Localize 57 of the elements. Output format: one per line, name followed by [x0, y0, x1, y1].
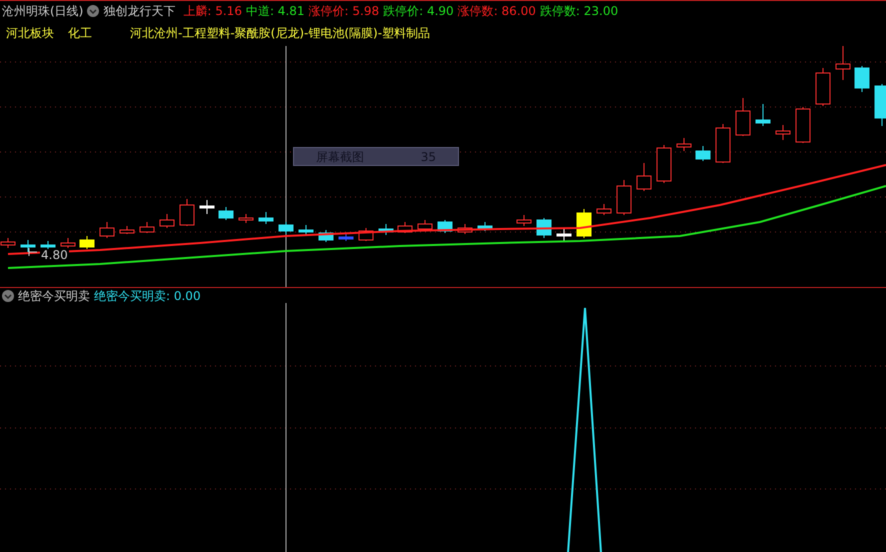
candlestick	[238, 214, 254, 224]
candlestick	[418, 220, 432, 232]
candlestick	[656, 144, 672, 184]
candlestick	[736, 98, 750, 136]
candlestick	[576, 208, 592, 238]
sector-tag: 河北板块	[6, 24, 54, 42]
candlestick	[20, 240, 36, 252]
sub-indicator-reading: 绝密今买明卖: 0.00	[94, 288, 201, 304]
candlestick	[200, 200, 214, 214]
stock-title: 沧州明珠(日线)	[2, 2, 84, 20]
indicator-reading: 涨停数: 86.00	[458, 2, 536, 20]
cursor-price-label: 4.80	[40, 249, 69, 262]
candlestick	[160, 214, 174, 228]
candlestick	[180, 198, 194, 226]
price-marker-icon	[28, 248, 38, 256]
candlestick	[636, 162, 652, 192]
candlestick	[756, 104, 770, 126]
candlestick	[218, 206, 234, 220]
candlestick	[318, 230, 334, 242]
indicator-reading: 跌停价: 4.90	[383, 2, 454, 20]
candlestick	[40, 240, 56, 250]
candlestick	[616, 180, 632, 216]
indicator-name: 独创龙行天下	[103, 2, 176, 20]
candlestick	[816, 68, 830, 106]
candlestick	[458, 224, 472, 234]
candlestick	[80, 236, 94, 250]
sub-indicator-name: 绝密今买明卖	[18, 288, 90, 304]
candlestick	[140, 222, 154, 234]
candlestick	[776, 124, 790, 140]
candlestick	[100, 222, 114, 238]
candlestick	[874, 84, 886, 126]
candlestick	[278, 222, 294, 234]
candlestick	[398, 222, 412, 234]
indicator-reading: 涨停价: 5.98	[308, 2, 380, 20]
indicator-reading: 上麟: 5.16	[183, 2, 242, 20]
candlestick	[120, 226, 134, 234]
indicator-reading: 跌停数: 23.00	[540, 2, 618, 20]
candlestick	[796, 106, 810, 144]
candlestick	[854, 66, 870, 92]
candlestick	[556, 228, 572, 242]
candlestick	[516, 214, 532, 226]
candlestick	[696, 146, 710, 162]
candlestick	[676, 138, 692, 152]
chevron-down-icon[interactable]	[2, 290, 14, 302]
chevron-down-icon[interactable]	[87, 4, 100, 16]
candlestick	[60, 238, 76, 248]
candlestick	[716, 124, 730, 164]
candlestick	[596, 204, 612, 216]
candlestick	[298, 224, 314, 236]
candlestick	[378, 224, 394, 236]
indicator-reading: 中道: 4.81	[246, 2, 305, 20]
candlestick	[836, 46, 850, 80]
concept-tag: 河北沧州-工程塑料-聚酰胺(尼龙)-锂电池(隔膜)-塑料制品	[130, 24, 430, 42]
candlestick	[478, 222, 492, 232]
candlestick	[258, 212, 274, 224]
industry-tag: 化工	[68, 24, 92, 42]
candlestick	[338, 234, 354, 242]
